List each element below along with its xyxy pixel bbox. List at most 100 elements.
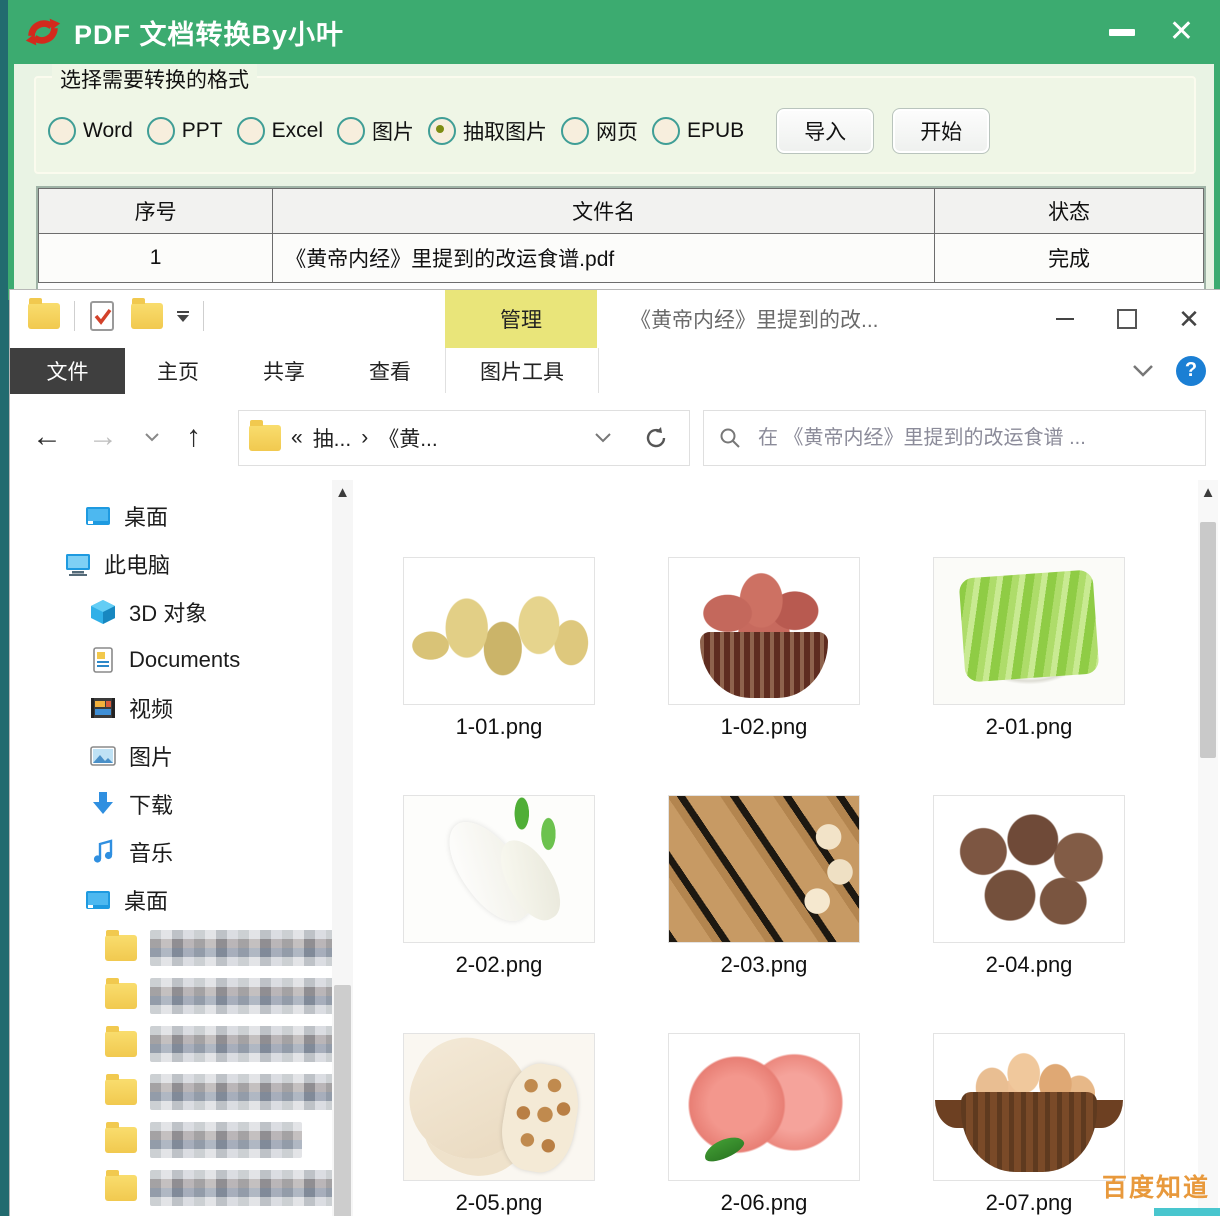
format-radio-ppt[interactable]: PPT [147,117,223,145]
tab-file[interactable]: 文件 [10,348,125,394]
file-tile[interactable]: 2-01.png [934,558,1124,740]
sidebar-item-desktop[interactable]: 桌面 [10,492,332,540]
format-radio-epub[interactable]: EPUB [652,117,744,145]
folder-icon [249,425,281,451]
sidebar-item-label: 桌面 [124,884,168,916]
format-radio-webpage[interactable]: 网页 [561,116,638,146]
breadcrumb-item[interactable]: 抽... [313,423,352,453]
help-icon[interactable]: ? [1176,356,1206,386]
close-button[interactable]: ✕ [1158,290,1220,348]
table-row[interactable]: 1 《黄帝内经》里提到的改运食谱.pdf 完成 [39,234,1204,283]
file-tile[interactable]: 1-02.png [669,558,859,740]
file-tile[interactable]: 2-07.png [934,1034,1124,1216]
explorer-window-title: 《黄帝内经》里提到的改... [630,290,879,348]
breadcrumb-separator: › [361,426,368,450]
sidebar-item-redacted-folder[interactable] [10,1068,332,1116]
sidebar-item-pictures[interactable]: 图片 [10,732,332,780]
folder-icon [105,1175,137,1201]
sidebar-item-3d-objects[interactable]: 3D 对象 [10,588,332,636]
sidebar-item-redacted-folder[interactable] [10,1164,332,1212]
address-bar[interactable]: « 抽... › 《黄... [238,410,625,466]
file-tile[interactable]: 2-06.png [669,1034,859,1216]
search-box[interactable] [703,410,1206,466]
sidebar-item-this-pc[interactable]: 此电脑 [10,540,332,588]
format-radio-excel[interactable]: Excel [237,117,323,145]
sidebar-item-documents[interactable]: Documents [10,636,332,684]
radio-icon [237,117,265,145]
properties-check-icon[interactable] [89,300,117,332]
forward-icon[interactable]: → [88,422,118,452]
new-folder-icon[interactable] [131,303,163,329]
file-thumbnail [404,1034,594,1180]
sidebar-item-label: 音乐 [129,836,173,868]
sidebar-item-label: 桌面 [124,500,168,532]
sidebar-scrollbar[interactable]: ▲ [332,480,353,1216]
videos-icon [90,695,116,721]
sidebar-item-label: 下载 [129,788,173,820]
breadcrumb-collapsed[interactable]: « [291,426,303,450]
close-icon[interactable]: ✕ [1169,17,1194,47]
sidebar-item-redacted-folder[interactable] [10,1020,332,1068]
file-tile[interactable]: 2-04.png [934,796,1124,978]
sidebar-item-redacted-folder[interactable] [10,924,332,972]
file-thumbnail [934,1034,1124,1180]
scrollbar-thumb[interactable] [334,985,351,1216]
up-icon[interactable]: ↑ [186,422,201,452]
cell-index: 1 [39,234,273,283]
format-radio-image[interactable]: 图片 [337,116,414,146]
address-dropdown-icon[interactable] [594,432,612,444]
sidebar-item-label: 此电脑 [104,548,170,580]
refresh-button[interactable] [623,410,690,466]
tab-home[interactable]: 主页 [125,348,231,394]
cell-filename: 《黄帝内经》里提到的改运食谱.pdf [273,234,935,283]
import-button[interactable]: 导入 [776,108,874,154]
chevron-down-icon[interactable] [1132,364,1154,378]
format-radio-extract-images[interactable]: 抽取图片 [428,116,547,146]
column-header-index: 序号 [39,189,273,234]
sidebar-item-desktop-2[interactable]: 桌面 [10,876,332,924]
tab-view[interactable]: 查看 [337,348,443,394]
file-tile[interactable]: 2-05.png [404,1034,594,1216]
sidebar-item-redacted-folder[interactable] [10,1116,332,1164]
pictures-icon [90,743,116,769]
sidebar-item-redacted-folder[interactable] [10,1212,332,1216]
tab-picture-tools[interactable]: 图片工具 [445,348,599,393]
file-thumbnail [404,796,594,942]
start-button[interactable]: 开始 [892,108,990,154]
file-grid: 1-01.png 1-02.png 2-01.png 2-02.png 2-03… [353,480,1194,1216]
radio-icon [147,117,175,145]
file-thumbnail [934,558,1124,704]
sidebar-item-downloads[interactable]: 下载 [10,780,332,828]
folder-icon [105,1127,137,1153]
format-label: PPT [182,119,223,143]
content-scrollbar[interactable]: ▲ [1198,480,1218,1216]
folder-icon[interactable] [28,303,60,329]
scroll-up-icon[interactable]: ▲ [332,484,353,501]
file-tile[interactable]: 2-02.png [404,796,594,978]
search-input[interactable] [756,426,1205,451]
pdf-converter-window: PDF 文档转换By小叶 ✕ 选择需要转换的格式 Word PPT Excel [8,0,1220,300]
history-chevron-icon[interactable] [144,432,160,443]
sidebar-item-videos[interactable]: 视频 [10,684,332,732]
scroll-up-icon[interactable]: ▲ [1198,484,1218,501]
format-radio-word[interactable]: Word [48,117,133,145]
quick-access-dropdown-icon[interactable] [177,311,189,322]
minimize-button[interactable] [1034,290,1096,348]
breadcrumb-item[interactable]: 《黄... [378,423,438,453]
file-thumbnail [934,796,1124,942]
tab-manage[interactable]: 管理 [445,290,597,348]
explorer-body: 桌面 此电脑 3D 对象 Documents 视频 图片 [10,480,1220,1216]
radio-icon [428,117,456,145]
sidebar-item-label: 视频 [129,692,173,724]
maximize-button[interactable] [1096,290,1158,348]
file-thumbnail [404,558,594,704]
sidebar-item-redacted-folder[interactable] [10,972,332,1020]
tab-share[interactable]: 共享 [231,348,337,394]
scrollbar-thumb[interactable] [1200,522,1216,758]
sidebar-item-music[interactable]: 音乐 [10,828,332,876]
back-icon[interactable]: ← [32,422,62,452]
redacted-label [150,1026,332,1062]
file-tile[interactable]: 2-03.png [669,796,859,978]
minimize-button[interactable] [1109,29,1135,36]
file-tile[interactable]: 1-01.png [404,558,594,740]
